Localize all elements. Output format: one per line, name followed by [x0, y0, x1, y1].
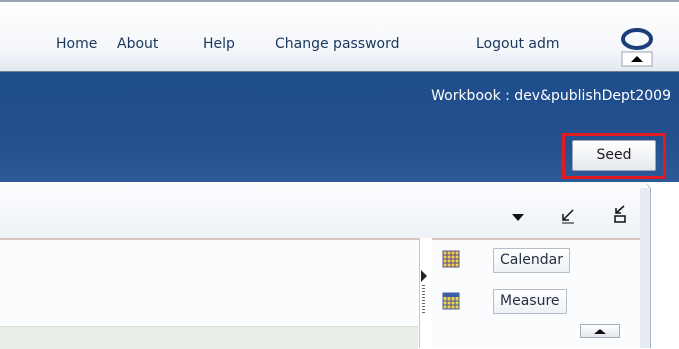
detach-icon[interactable] [612, 205, 628, 223]
workbook-title: Workbook : dev&publishDept2009 [431, 88, 671, 104]
splitter-grip-icon[interactable] [422, 285, 425, 315]
chevron-down-icon[interactable] [511, 210, 525, 224]
nav-about-link[interactable]: About [117, 36, 158, 52]
nav-home-link[interactable]: Home [56, 36, 97, 52]
scroll-up-button[interactable] [580, 324, 620, 338]
seed-button[interactable]: Seed [572, 140, 656, 171]
panel-splitter[interactable] [419, 238, 432, 348]
grid-icon [442, 292, 460, 310]
minimize-icon[interactable] [560, 208, 576, 224]
nav-logout-link[interactable]: Logout adm [476, 36, 560, 52]
expand-arrow-icon[interactable] [421, 270, 427, 282]
grid-icon [442, 250, 460, 268]
content-area-footer [0, 326, 418, 349]
oracle-logo-icon [621, 28, 653, 67]
panel-header [0, 188, 640, 240]
nav-help-link[interactable]: Help [203, 36, 235, 52]
nav-change-password-link[interactable]: Change password [275, 36, 400, 52]
calendar-button[interactable]: Calendar [493, 248, 570, 273]
panel-scrollbar-track[interactable] [640, 188, 651, 348]
measure-button[interactable]: Measure [493, 289, 567, 314]
